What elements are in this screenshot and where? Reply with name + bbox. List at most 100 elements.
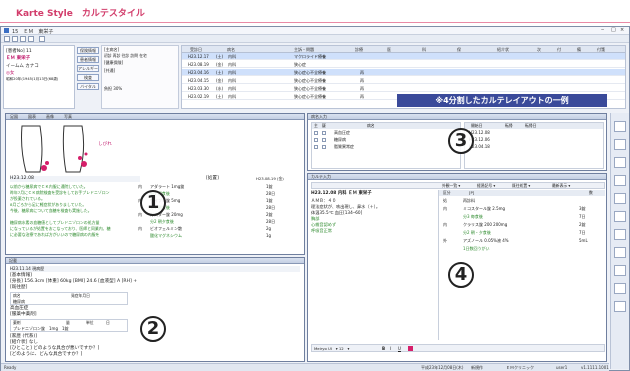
status-bar: Ready 平成23年12月08日(木) 新規作 ＥＭクリニック user1 v… [1, 363, 609, 371]
order-kind: 処 [443, 198, 447, 203]
panel2-tab[interactable]: 記載 [9, 258, 17, 264]
document-icon[interactable] [614, 211, 626, 222]
minimize-icon[interactable]: ‒ [601, 27, 604, 33]
subjective-objective[interactable]: ＡＭＢ：４０ 理法症状が、咳出現し、鼻水（＋）。 体温35.5℃ 血圧[134─60… [311, 198, 436, 343]
clinical-notes[interactable]: 以前から糖尿病でＣＫ内服に通院していた。 昨年7月にＣＫ病院検査を受診をしてお手プ… [10, 184, 135, 254]
panel1-tabs: 足図 図表 画像 写真 [6, 114, 304, 120]
image-icon[interactable] [614, 193, 626, 204]
table-row[interactable]: H23.04.16 (土) 内科 狭心症心不全療養 再 [182, 69, 625, 76]
past-history-table: 病名 発症年月日 糖尿病 [10, 292, 128, 305]
app-window: 15 ＥＭ 東栄子 ‒ □ × [患者No] 11 ＥＭ 東栄子 イームム カナ… [0, 26, 630, 371]
allergy-button[interactable]: アレルギー [77, 65, 99, 72]
table-row[interactable]: H23.04.15 (金) 内科 狭心症心不全療養 再 [182, 77, 625, 84]
suspect-checkbox[interactable] [322, 138, 326, 142]
panel4-tab[interactable]: カルテ入力 [311, 174, 331, 180]
order-name[interactable]: 1日数回うがい [463, 246, 490, 252]
panel-figure: 足図 図表 画像 写真 しびれ H23.12.08 [処置] H23.08.19… [5, 113, 305, 255]
tab-foot[interactable]: 足図 [10, 114, 18, 120]
tab-chart[interactable]: 図表 [28, 114, 36, 120]
order-kind: 内 [443, 206, 447, 211]
comment-question-2: [どのように、どんな具合ですか？] [10, 352, 83, 357]
med-qty: 1錠 [266, 198, 273, 203]
close-icon[interactable]: × [620, 27, 624, 33]
patient-info-button[interactable]: 患者情報 [77, 56, 99, 63]
order-name[interactable]: 再診料 [463, 198, 475, 204]
toolbar [1, 35, 629, 43]
settings-icon[interactable] [614, 247, 626, 258]
suspect-checkbox[interactable] [322, 145, 326, 149]
cell-a: (土) [216, 70, 224, 75]
exam-button[interactable]: 検査 [77, 74, 99, 81]
col-start-date: 開始日 [471, 123, 483, 128]
cell-date: H23.08.19 [188, 62, 209, 67]
order-name[interactable]: 分3 毎食後 [463, 214, 483, 220]
insurance-label: [健康保険] [104, 60, 124, 65]
numbness-label: しびれ [98, 142, 112, 147]
color-icon[interactable] [408, 346, 413, 351]
help-icon[interactable] [614, 301, 626, 312]
cell-b: 内科 [228, 78, 236, 83]
main-checkbox[interactable] [314, 145, 318, 149]
main-checkbox[interactable] [314, 138, 318, 142]
print-icon[interactable] [28, 36, 34, 42]
current-meds-label: [服薬中薬剤] [10, 312, 37, 317]
cell-a: (金) [216, 78, 224, 83]
order-name[interactable]: 分2 朝・夕食後 [463, 230, 491, 236]
cell-c: 狭心症心不全療養 [294, 94, 326, 99]
panel-karte: カルテ入力 外観一覧 ▾ 経過記号 ▾ 既往処置 ▾ 最新表示 ▾ H23.12… [307, 173, 607, 362]
cell-b: 内科 [228, 86, 236, 91]
med-kind: 内 [138, 226, 142, 231]
calendar-icon[interactable] [614, 229, 626, 240]
open-icon[interactable] [12, 36, 18, 42]
underline-icon[interactable]: U [398, 346, 401, 351]
visit-type-options[interactable]: 初診 再診 往診 訪問 在宅 [104, 53, 147, 59]
print-icon[interactable] [614, 265, 626, 276]
order-qty: 2錠 [579, 222, 586, 227]
order-name[interactable]: アズノール 0.05%液 4% [463, 238, 509, 244]
patient-sex: ◎女 [6, 71, 15, 76]
cell-c: 狭心症心不全療養 [294, 86, 326, 91]
table-row[interactable]: H23.08.19 (金) 内科 狭心症 [182, 61, 625, 68]
vital-button[interactable]: バイタル [77, 83, 99, 90]
exam-icon[interactable] [614, 175, 626, 186]
note-line: 今後、糖尿病について血糖を検査も実施した。 [10, 208, 92, 213]
disease-name[interactable]: 脂質異常症 [334, 144, 354, 150]
font-selector[interactable]: Meiryo UI ▾ 12 ▾ [314, 345, 349, 352]
status-version: v1.1111.1001 [581, 365, 609, 370]
order-name[interactable]: ミコスタール錠 2.5mg [463, 206, 505, 212]
bold-icon[interactable]: B [382, 346, 385, 351]
order-col-count: 数 [589, 190, 593, 195]
cell-d: 再 [360, 86, 364, 91]
disease-name[interactable]: 高血圧症 [334, 130, 350, 136]
select-progress[interactable]: 経過記号 ▾ [477, 183, 495, 189]
new-icon[interactable] [4, 36, 10, 42]
main-checkbox[interactable] [314, 131, 318, 135]
italic-icon[interactable]: I [390, 346, 391, 351]
tab-image[interactable]: 画像 [46, 114, 54, 120]
save-icon[interactable] [20, 36, 26, 42]
panel3-tab[interactable]: 病名入力 [311, 114, 327, 120]
order-name[interactable]: クラリス錠 200 200mg [463, 222, 507, 228]
suspect-checkbox[interactable] [322, 131, 326, 135]
tab-photo[interactable]: 写真 [64, 114, 72, 120]
med-qty: 2g [266, 226, 272, 231]
disease-name[interactable]: 糖尿病 [334, 137, 346, 143]
med-kind: 内 [138, 184, 142, 189]
select-appearance[interactable]: 外観一覧 ▾ [442, 183, 460, 189]
karte-icon[interactable] [614, 121, 626, 132]
cell-b: 内科 [228, 54, 236, 59]
maximize-icon[interactable]: □ [611, 27, 616, 33]
disease-icon[interactable] [614, 139, 626, 150]
order-icon[interactable] [614, 157, 626, 168]
panel2-title: 記載 [6, 258, 304, 264]
section-number-4: 4 [448, 262, 474, 288]
table-row[interactable]: H23.03.30 (水) 内科 狭心症心不全療養 再 [182, 85, 625, 92]
select-latest[interactable]: 最新表示 ▾ [552, 183, 570, 189]
insurance-button[interactable]: 保険情報 [77, 47, 99, 54]
window-title: 15 ＥＭ 東栄子 [12, 29, 54, 35]
mail-icon[interactable] [614, 283, 626, 294]
search-icon[interactable] [39, 36, 45, 42]
table-row[interactable]: H23.12.17 (土) 内科 マクロライド療養 [182, 53, 625, 60]
select-history[interactable]: 既往処置 ▾ [512, 183, 530, 189]
foot-diagram[interactable] [14, 124, 92, 176]
